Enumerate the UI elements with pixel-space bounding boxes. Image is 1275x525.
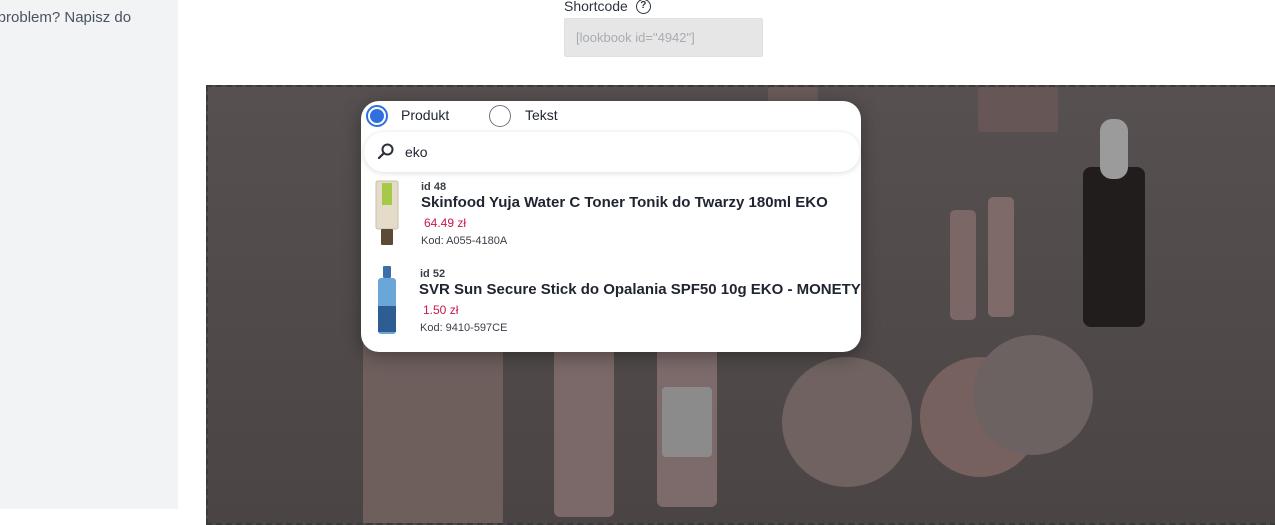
search-input[interactable]: eko [364,132,860,172]
product-thumbnail [378,266,396,334]
jar-1 [782,357,912,487]
sidebar: z problem? Napisz do [0,0,178,509]
product-thumbnail [375,180,399,245]
radio-produkt-label[interactable]: Produkt [401,107,449,123]
jar-3 [973,335,1093,455]
sidebar-help-text: z problem? Napisz do [0,9,132,26]
radio-tekst[interactable] [489,105,511,127]
type-radio-group: Produkt Tekst [361,101,861,131]
product-id: id 52 [420,268,446,280]
lipstick-1 [950,210,976,320]
product-price: 64.49 zł [424,216,467,230]
product-picker-popup: Produkt Tekst eko id 48 Skinfood Yuja Wa… [361,101,861,352]
product-name: SVR Sun Secure Stick do Opalania SPF50 1… [419,281,861,298]
shortcode-label: Shortcode ? [564,0,651,14]
box-top-right [978,87,1058,132]
list-item[interactable]: id 48 Skinfood Yuja Water C Toner Tonik … [361,179,861,259]
shortcode-label-text: Shortcode [564,0,628,14]
lipstick-2 [988,197,1014,317]
product-code: Kod: 9410-597CE [420,322,508,334]
search-value[interactable]: eko [405,144,428,160]
list-item[interactable]: id 52 SVR Sun Secure Stick do Opalania S… [361,266,861,346]
tube-left [554,337,614,517]
radio-tekst-label[interactable]: Tekst [525,107,558,123]
shortcode-input[interactable] [564,18,763,57]
dropper-cap [1100,119,1128,179]
box-left [363,337,503,523]
product-name: Skinfood Yuja Water C Toner Tonik do Twa… [421,194,828,211]
radio-produkt[interactable] [366,105,388,127]
product-price: 1.50 zł [423,303,459,317]
search-icon [377,143,394,160]
tube-cap [662,387,712,457]
help-icon[interactable]: ? [635,0,651,14]
product-id: id 48 [421,181,447,193]
bottle-dark [1083,167,1145,327]
product-code: Kod: A055-4180A [421,235,508,247]
